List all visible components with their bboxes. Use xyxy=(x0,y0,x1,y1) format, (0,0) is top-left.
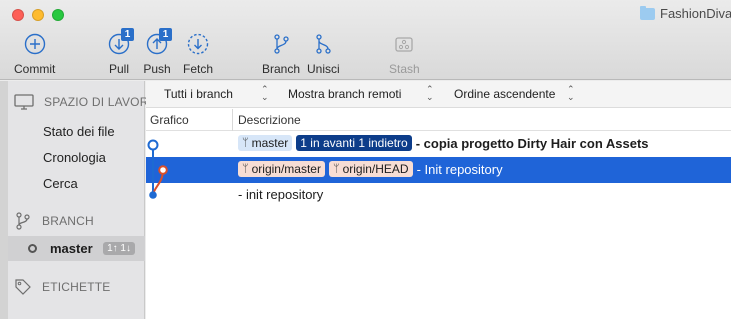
pull-button[interactable]: 1 Pull xyxy=(104,28,134,76)
chevron-updown-icon: ⌃ ⌄ xyxy=(261,84,269,102)
branch-ref-tag: ᛘ master xyxy=(238,135,293,151)
sidebar-edge xyxy=(0,81,8,319)
chevron-updown-icon: ⌃ ⌄ xyxy=(426,84,434,102)
graph-node-remote xyxy=(158,165,168,175)
filter-bar: Tutti i branch ⌃ ⌄ Mostra branch remoti ⌃… xyxy=(146,81,731,108)
folder-icon xyxy=(640,5,655,20)
pull-badge: 1 xyxy=(121,28,134,41)
graph-column-header[interactable]: Grafico xyxy=(150,113,189,127)
fetch-icon xyxy=(187,33,209,55)
push-button[interactable]: 1 Push xyxy=(142,28,172,76)
commit-row[interactable]: - init repository xyxy=(146,183,731,209)
ahead-behind-badge: 1↑ 1↓ xyxy=(103,242,135,255)
branch-section-header[interactable]: BRANCH xyxy=(14,212,94,230)
stash-icon xyxy=(395,37,413,52)
stash-button[interactable]: Stash xyxy=(389,30,420,76)
close-window-button[interactable] xyxy=(12,9,24,21)
sidebar-branch-master[interactable]: master 1↑ 1↓ xyxy=(8,236,145,261)
window-title: FashionDiva xyxy=(640,5,731,21)
push-badge: 1 xyxy=(159,28,172,41)
branch-icon: ᛘ xyxy=(332,163,340,175)
commit-graph xyxy=(147,139,168,199)
history-view: Tutti i branch ⌃ ⌄ Mostra branch remoti ⌃… xyxy=(146,81,731,319)
workspace-section-header[interactable]: SPAZIO DI LAVORO xyxy=(14,94,158,110)
merge-button[interactable]: Unisci xyxy=(307,30,340,76)
branch-button[interactable]: Branch xyxy=(262,30,300,76)
sidebar-item-search[interactable]: Cerca xyxy=(43,176,78,191)
commit-message: - init repository xyxy=(238,187,324,202)
merge-icon xyxy=(316,34,331,54)
sidebar-item-history[interactable]: Cronologia xyxy=(43,150,106,165)
chevron-updown-icon: ⌃ ⌄ xyxy=(567,84,575,102)
column-divider[interactable] xyxy=(232,109,233,131)
branch-icon xyxy=(16,212,30,230)
commit-button[interactable]: Commit xyxy=(14,30,55,76)
minimize-window-button[interactable] xyxy=(32,9,44,21)
tag-icon xyxy=(15,279,31,295)
toolbar: FashionDiva Commit 1 Pull 1 Push Fetch B… xyxy=(0,0,731,80)
current-branch-icon xyxy=(28,244,37,253)
column-header: Grafico Descrizione xyxy=(146,109,731,131)
commit-row[interactable]: ᛘ master 1 in avanti 1 indietro - copia p… xyxy=(146,131,731,157)
order-filter[interactable]: Ordine ascendente xyxy=(454,87,555,101)
ahead-behind-tag: 1 in avanti 1 indietro xyxy=(296,135,412,151)
commit-message: - copia progetto Dirty Hair con Assets xyxy=(415,135,649,151)
remote-ref-tag: ᛘ origin/HEAD xyxy=(328,161,413,177)
tags-section-header[interactable]: ETICHETTE xyxy=(14,278,110,296)
plus-circle-icon xyxy=(24,33,45,55)
branches-filter[interactable]: Tutti i branch xyxy=(164,87,233,101)
remote-ref-tag: ᛘ origin/master xyxy=(238,161,325,177)
graph-node-head xyxy=(147,139,159,151)
commit-message: - Init repository xyxy=(416,161,503,177)
branch-icon xyxy=(274,34,289,54)
zoom-window-button[interactable] xyxy=(52,9,64,21)
graph-node-root xyxy=(149,191,157,199)
monitor-icon xyxy=(14,94,34,110)
commit-row-selected[interactable]: ᛘ origin/master ᛘ origin/HEAD - Init repos… xyxy=(146,157,731,183)
sidebar-item-file-status[interactable]: Stato dei file xyxy=(43,124,115,139)
window-controls xyxy=(12,9,64,21)
remote-branches-filter[interactable]: Mostra branch remoti xyxy=(288,87,401,101)
fetch-button[interactable]: Fetch xyxy=(183,30,213,76)
description-column-header[interactable]: Descrizione xyxy=(238,113,301,127)
branch-icon: ᛘ xyxy=(242,137,249,149)
branch-icon: ᛘ xyxy=(242,163,249,175)
